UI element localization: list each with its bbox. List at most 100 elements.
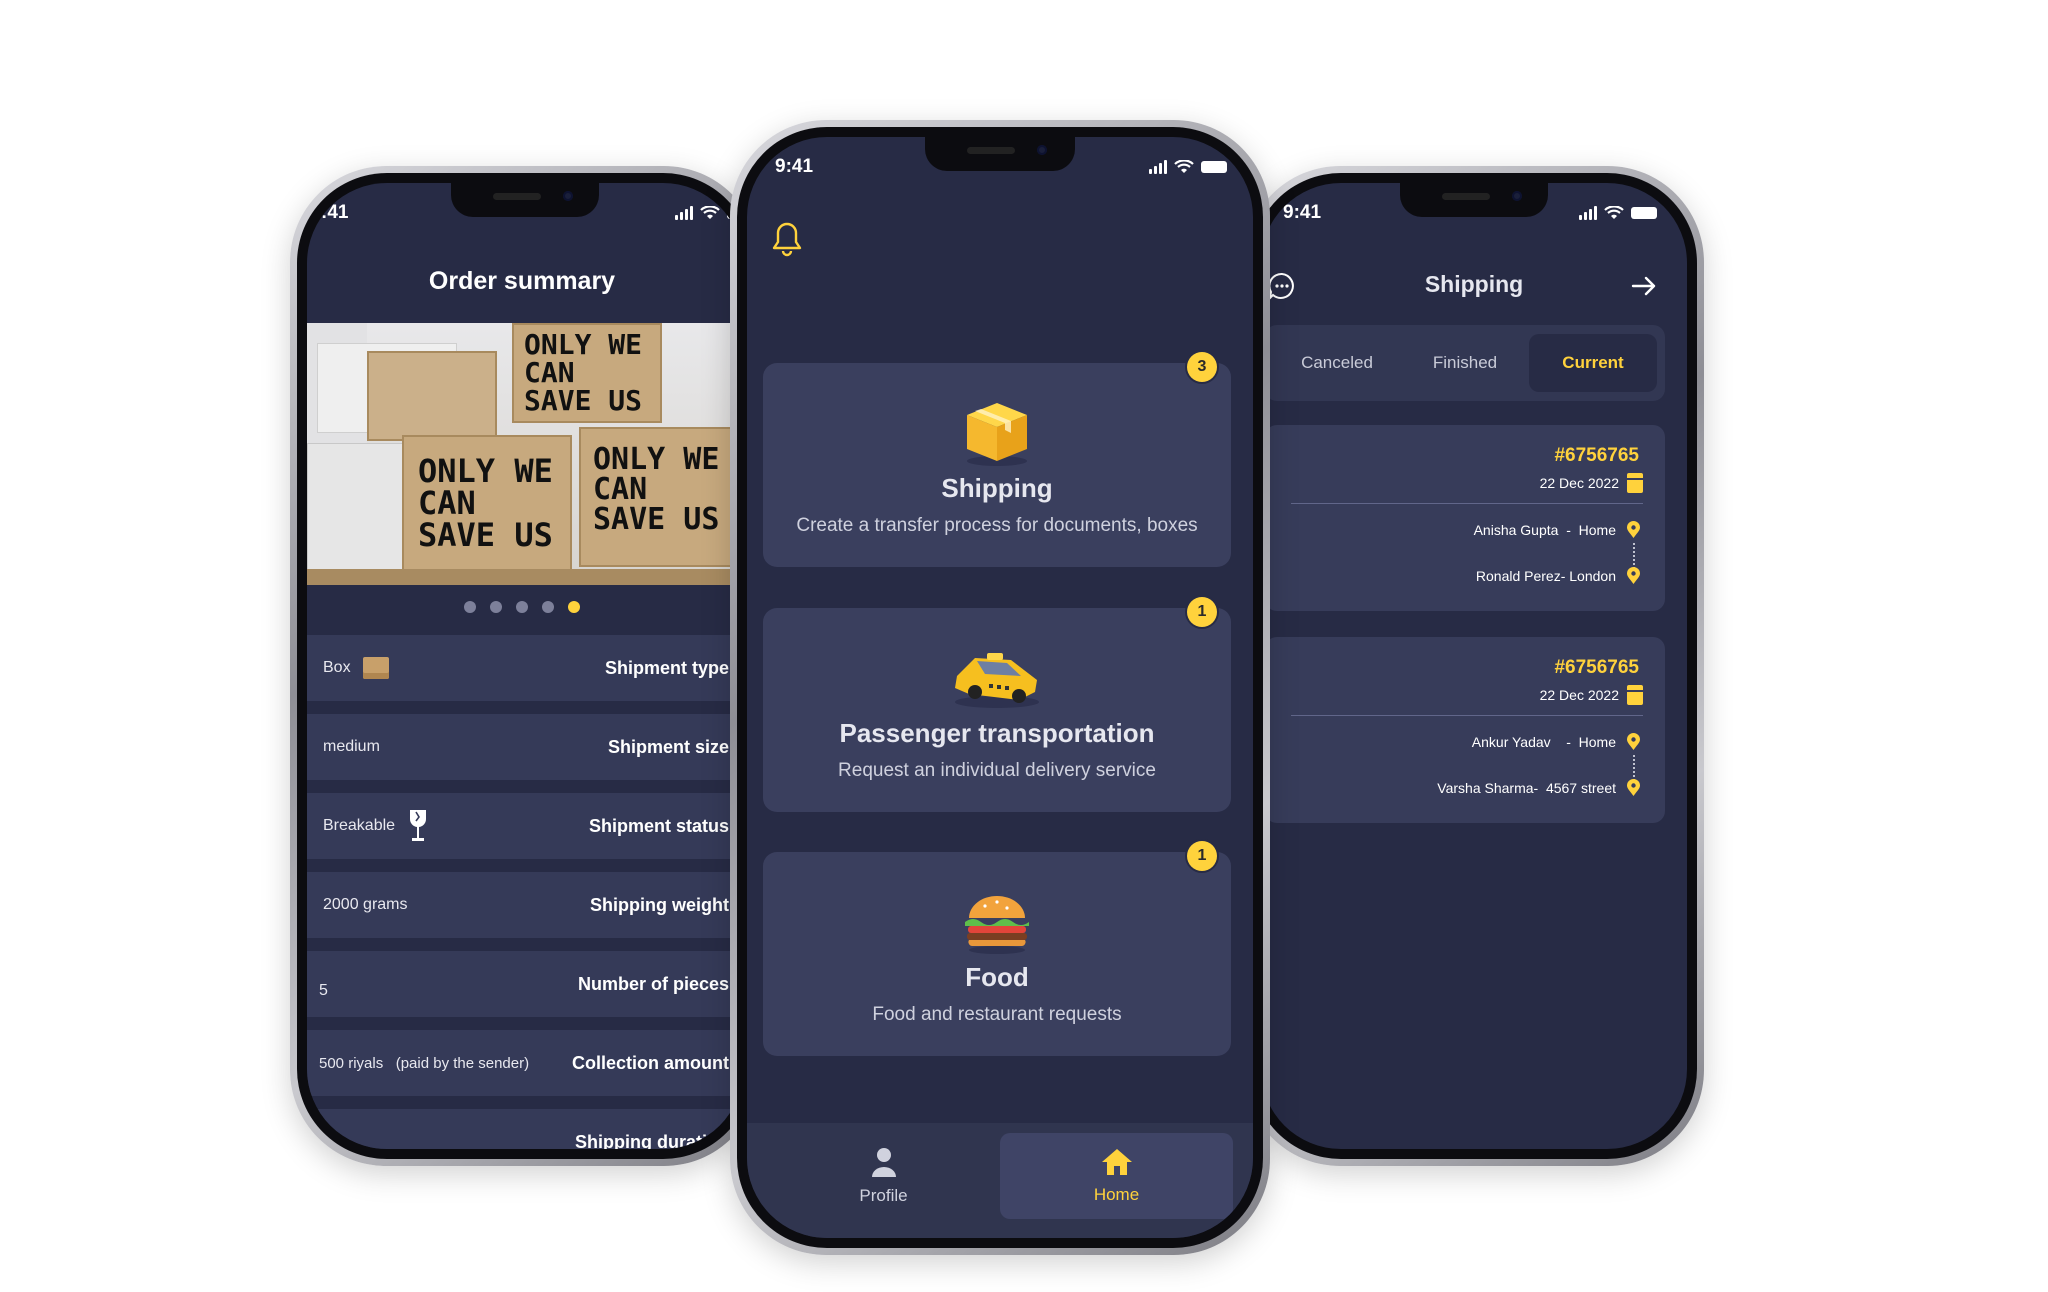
box-graphic: ONLY WE CAN SAVE US (402, 435, 572, 585)
signal-icon (1579, 206, 1597, 220)
carousel-dot[interactable] (542, 601, 554, 613)
nav-home[interactable]: Home (1000, 1132, 1233, 1219)
order-date: 22 Dec 2022 (1539, 475, 1619, 491)
box-icon (362, 657, 389, 679)
detail-value: 2000 grams (323, 896, 408, 913)
detail-value: 5 (319, 982, 328, 999)
service-card-food[interactable]: 1 Food Food and restaurant requests (763, 841, 1231, 1056)
detail-value: medium (323, 738, 380, 755)
carousel-dot-active[interactable] (568, 601, 580, 613)
order-summary-screen: :41 Order summary ONLY WE CAN SAVE US ONLY… (307, 183, 743, 1149)
detail-row-number-of-pieces: 5 Number of pieces (307, 951, 737, 1017)
status-time: 9:41 (775, 156, 814, 177)
wifi-icon (1604, 206, 1624, 219)
detail-label: Shipment size (607, 736, 729, 757)
order-number: #6756765 (1554, 657, 1639, 678)
phone-home: 9:41 3 Shipping Create a transfer proces… (730, 120, 1270, 1255)
detail-label: Shipping duration (575, 1131, 729, 1150)
location-pin-icon (1627, 521, 1640, 538)
tab-canceled[interactable]: Canceled (1273, 334, 1401, 392)
carousel-dot[interactable] (516, 601, 528, 613)
shipment-photo[interactable]: ONLY WE CAN SAVE US ONLY WE CAN SAVE US ONLY… (307, 323, 737, 585)
order-card[interactable]: #6756765 22 Dec 2022 Ankur Yadav - Home … (1265, 637, 1665, 823)
phone-shipping-orders: 9:41 Shipping Canceled Finished Current … (1244, 166, 1704, 1166)
arrow-right-icon[interactable] (1631, 275, 1657, 297)
carousel-dot[interactable] (490, 601, 502, 613)
detail-row-shipment-status: Breakable Shipment status (307, 793, 737, 859)
tab-current[interactable]: Current (1529, 334, 1657, 392)
page-title: Shipping (1424, 271, 1524, 297)
package-icon (967, 403, 1027, 466)
service-card-shipping[interactable]: 3 Shipping Create a transfer process for… (763, 352, 1231, 567)
detail-value: hours (331, 1123, 371, 1149)
nav-profile[interactable]: Profile (767, 1133, 1000, 1219)
header: Shipping (1261, 267, 1687, 307)
signal-icon (675, 206, 693, 220)
status-time: :41 (321, 202, 349, 223)
detail-value: Box (323, 659, 351, 676)
battery-icon (1631, 207, 1657, 219)
phone-order-summary: :41 Order summary ONLY WE CAN SAVE US ONLY… (290, 166, 760, 1166)
detail-row-shipment-type: Box Shipment type (307, 635, 737, 701)
detail-value: Breakable (323, 817, 396, 834)
detail-row-shipping-weight: 2000 grams Shipping weight (307, 872, 737, 938)
card-description: Food and restaurant requests (872, 1004, 1122, 1025)
notification-badge: 1 (1187, 841, 1217, 871)
route-line (1633, 543, 1635, 569)
fragile-glass-icon (410, 810, 427, 841)
wifi-icon (1174, 160, 1194, 173)
dropoff-location: Ronald Perez- London (1475, 568, 1616, 584)
detail-label: Number of pieces (577, 973, 729, 994)
card-description: Create a transfer process for documents,… (796, 515, 1198, 536)
calendar-icon (1627, 473, 1643, 493)
home-screen: 9:41 3 Shipping Create a transfer proces… (747, 137, 1253, 1238)
bottom-nav: Profile Home (747, 1123, 1253, 1238)
card-title: Passenger transportation (839, 718, 1155, 748)
order-status-tabs: Canceled Finished Current (1265, 325, 1665, 401)
bell-icon[interactable] (771, 221, 803, 257)
mockup-stage: :41 Order summary ONLY WE CAN SAVE US ONLY… (0, 0, 2048, 1292)
carousel-dots[interactable] (307, 601, 737, 613)
order-number: #6756765 (1554, 445, 1639, 466)
route-line (1633, 755, 1635, 781)
tab-finished[interactable]: Finished (1401, 334, 1529, 392)
detail-label: Shipment type (604, 657, 729, 678)
location-pin-icon (1627, 733, 1640, 750)
detail-label: Shipping weight (590, 894, 729, 915)
battery-icon (727, 207, 737, 219)
card-title: Shipping (941, 473, 1053, 503)
location-pin-icon (1627, 779, 1640, 796)
card-description: Request an individual delivery service (838, 760, 1156, 781)
page-title: Order summary (428, 267, 616, 295)
divider (1291, 503, 1643, 504)
carousel-dot[interactable] (464, 601, 476, 613)
detail-value: 500 riyals (paid by the sender) (319, 1054, 530, 1072)
location-pin-icon (1627, 567, 1640, 584)
signal-icon (1149, 160, 1167, 174)
detail-label: Shipment status (588, 815, 729, 836)
pickup-location: Ankur Yadav - Home (1471, 734, 1616, 750)
notch (1400, 183, 1548, 217)
user-icon (871, 1147, 896, 1177)
nav-label: Profile (859, 1185, 908, 1205)
detail-row-collection-amount: 500 riyals (paid by the sender) Collecti… (307, 1030, 737, 1096)
pickup-location: Anisha Gupta - Home (1473, 522, 1616, 538)
detail-label: Collection amount (572, 1052, 729, 1073)
order-card[interactable]: #6756765 22 Dec 2022 Anisha Gupta - Home… (1265, 425, 1665, 611)
notification-badge: 1 (1187, 597, 1217, 627)
burger-icon (965, 896, 1029, 954)
box-graphic: ONLY WE CAN SAVE US (579, 427, 737, 567)
status-time: 9:41 (1283, 202, 1322, 223)
dropoff-location: Varsha Sharma- 4567 street (1437, 780, 1616, 796)
card-title: Food (965, 962, 1029, 992)
detail-row-shipment-size: medium Shipment size (307, 714, 737, 780)
divider (1291, 715, 1643, 716)
wifi-icon (700, 206, 720, 219)
detail-row-shipping-duration: hours Shipping duration (307, 1109, 737, 1149)
notification-badge: 3 (1187, 352, 1217, 382)
order-details-list: Box Shipment type medium Shipment size B… (307, 635, 737, 1149)
service-card-passenger[interactable]: 1 Passenger transportation Request an in… (763, 597, 1231, 812)
shipping-orders-screen: 9:41 Shipping Canceled Finished Current … (1261, 183, 1687, 1149)
nav-label: Home (1093, 1184, 1140, 1204)
order-date: 22 Dec 2022 (1539, 687, 1619, 703)
